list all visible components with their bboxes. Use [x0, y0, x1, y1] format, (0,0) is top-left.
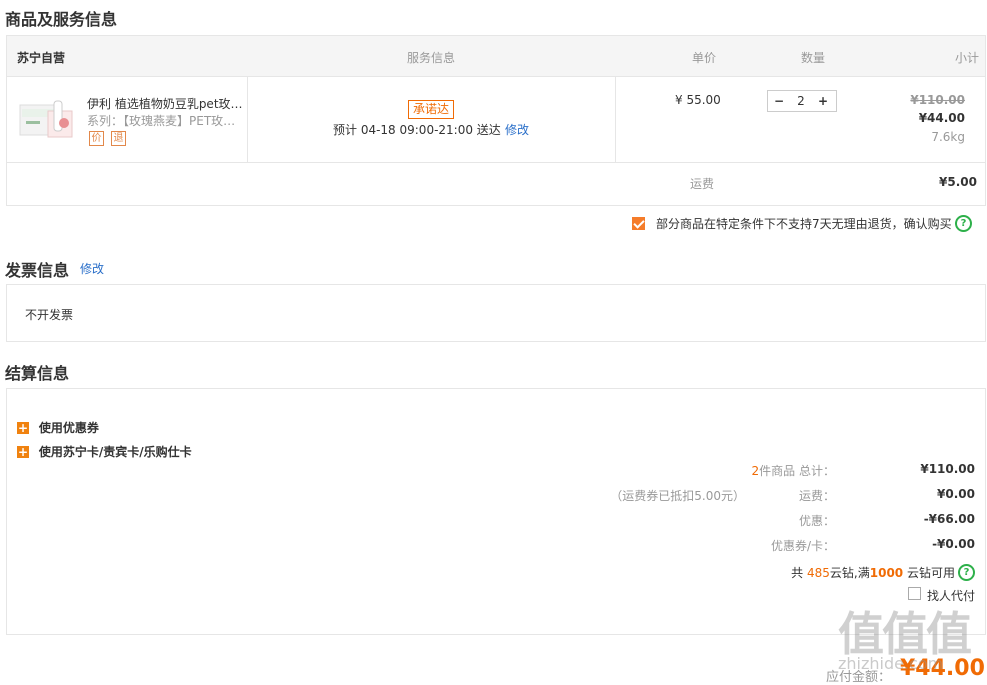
product-name[interactable]: 伊利 植选植物奶豆乳pet玫… [87, 95, 243, 112]
col-price: 单价 [692, 51, 717, 65]
settle-section-title: 结算信息 [5, 364, 70, 383]
invoice-section-title: 发票信息 [5, 261, 70, 280]
unit-price: ¥ 55.00 [675, 93, 721, 107]
return-tag: 退 [111, 131, 126, 146]
shipping-label: 运费 [690, 177, 715, 191]
coupon-toggle[interactable]: + 使用优惠券 [17, 419, 99, 436]
item-subtotal: ¥44.00 [918, 111, 965, 125]
promise-badge: 承诺达 [408, 100, 455, 119]
expand-plus-icon: + [17, 445, 29, 459]
help-icon[interactable]: ? [955, 215, 972, 232]
return-policy-checkbox[interactable] [632, 217, 645, 230]
coupon-card-label: 优惠券/卡： [770, 539, 835, 553]
product-series: 系列：【玫瑰燕麦】PET玫… [87, 114, 236, 128]
watermark-url: zhizhide.com [838, 654, 944, 673]
yunzuan-info: 共 485云钻,满1000 云钻可用 [791, 566, 955, 580]
invoice-value: 不开发票 [25, 308, 74, 322]
invoice-box: 不开发票 [6, 284, 986, 342]
product-thumbnail[interactable] [18, 97, 76, 143]
discount-value: -¥66.00 [923, 512, 975, 526]
col-subtotal: 小计 [955, 51, 980, 65]
products-section-title: 商品及服务信息 [5, 10, 118, 29]
card-label: 使用苏宁卡/责宾卡/乐购仕卡 [38, 445, 192, 459]
coupon-label: 使用优惠券 [38, 421, 99, 435]
invoice-edit-link[interactable]: 修改 [80, 260, 104, 277]
total-value: ¥110.00 [920, 462, 975, 476]
shipping-value: ¥5.00 [939, 175, 977, 189]
qty-minus-button[interactable]: − [768, 94, 790, 108]
card-toggle[interactable]: + 使用苏宁卡/责宾卡/乐购仕卡 [17, 443, 192, 460]
item-count-label: 2件商品 总计： [751, 464, 835, 478]
delivery-edit-link[interactable]: 修改 [505, 121, 529, 138]
table-row: 伊利 植选植物奶豆乳pet玫… 系列：【玫瑰燕麦】PET玫… 价 退 承诺达 预… [7, 77, 985, 163]
store-name: 苏宁自营 [17, 51, 66, 65]
quantity-stepper[interactable]: − 2 + [767, 90, 837, 112]
expand-plus-icon: + [17, 421, 29, 435]
product-table: 苏宁自营 服务信息 单价 数量 小计 伊利 植选植物奶豆乳pet玫… 系列：【玫… [6, 35, 986, 206]
discount-label: 优惠： [798, 514, 835, 528]
freight-value: ¥0.00 [937, 487, 975, 501]
qty-value[interactable]: 2 [790, 94, 812, 108]
original-subtotal: ¥110.00 [910, 93, 965, 107]
col-service: 服务信息 [407, 51, 456, 65]
item-weight: 7.6kg [931, 130, 965, 144]
return-policy-text: 部分商品在特定条件下不支持7天无理由退货，确认购买 [656, 217, 952, 231]
freight-label: 运费： [798, 489, 835, 503]
coupon-card-value: -¥0.00 [932, 537, 975, 551]
help-icon[interactable]: ? [958, 564, 975, 581]
table-header: 苏宁自营 服务信息 单价 数量 小计 [7, 36, 985, 77]
price-guarantee-tag: 价 [89, 131, 104, 146]
col-qty: 数量 [801, 51, 826, 65]
qty-plus-button[interactable]: + [812, 94, 834, 108]
freight-note: （运费券已抵扣5.00元） [610, 489, 745, 503]
delivery-estimate: 预计 04-18 09:00-21:00 送达 [333, 123, 501, 137]
